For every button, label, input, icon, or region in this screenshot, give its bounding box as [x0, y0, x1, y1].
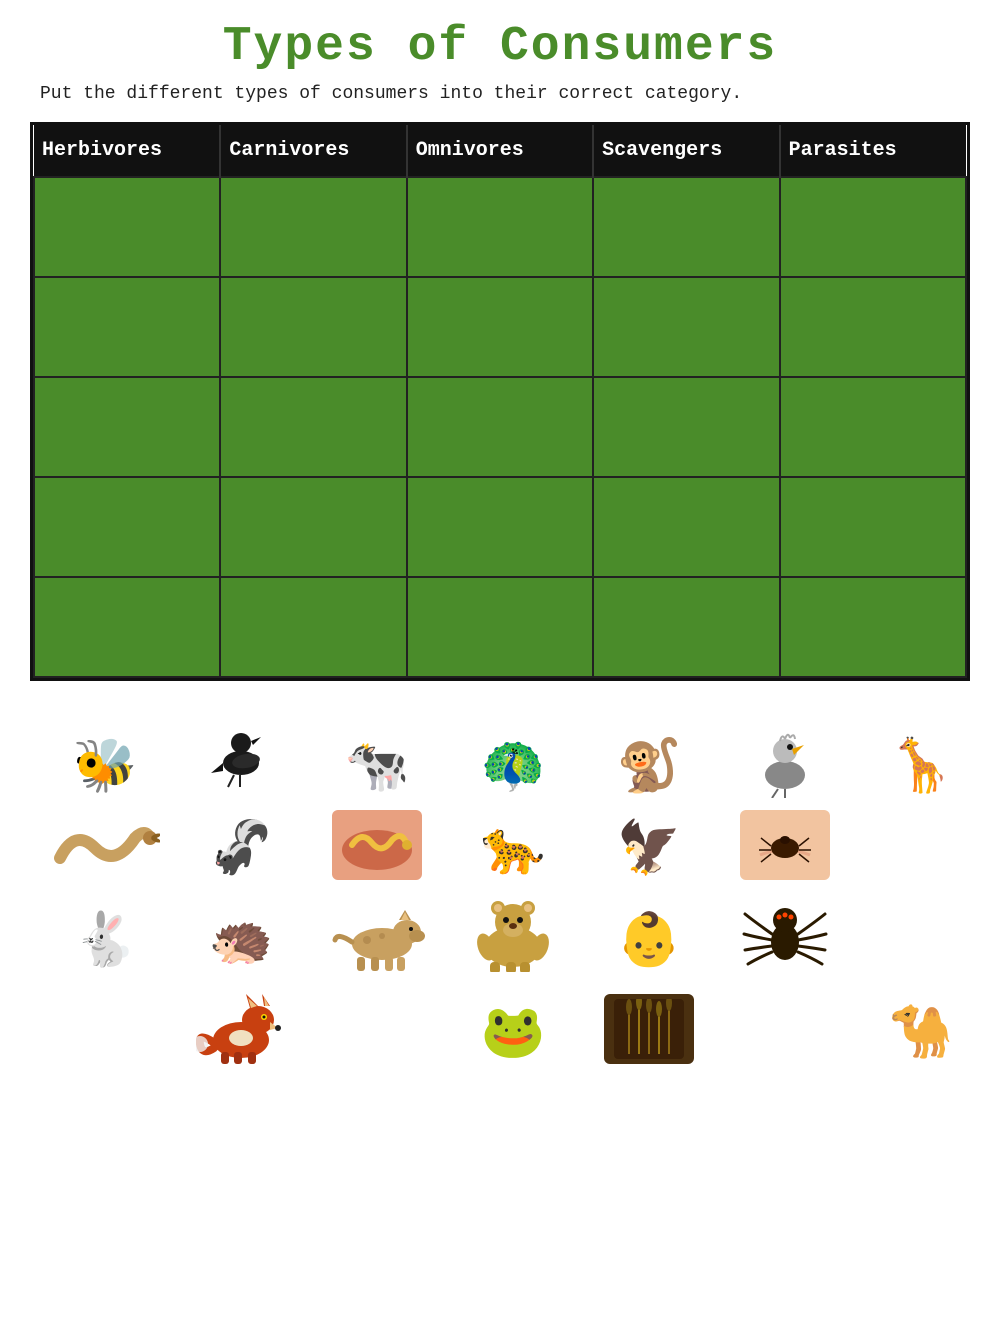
table-row[interactable] — [34, 477, 966, 577]
table-header-row: Herbivores Carnivores Omnivores Scavenge… — [34, 125, 966, 177]
animal-vulture[interactable] — [720, 723, 850, 798]
cell-herbivores-4[interactable] — [34, 477, 220, 577]
grass-icon — [614, 999, 684, 1059]
table-row[interactable] — [34, 277, 966, 377]
col-omnivores: Omnivores — [407, 125, 593, 177]
animals-bank: 🐝 🐄 🦚 🐒 — [30, 705, 970, 1072]
cell-carnivores-4[interactable] — [220, 477, 406, 577]
animal-hyena[interactable] — [312, 892, 442, 972]
page-title: Types of Consumers — [30, 20, 970, 74]
consumers-table: Herbivores Carnivores Omnivores Scavenge… — [30, 122, 970, 681]
animal-leopard[interactable]: 🐆 — [448, 823, 578, 880]
cell-carnivores-5[interactable] — [220, 577, 406, 677]
cell-omnivores-2[interactable] — [407, 277, 593, 377]
cell-parasites-4[interactable] — [780, 477, 966, 577]
col-parasites: Parasites — [780, 125, 966, 177]
cell-scavengers-4[interactable] — [593, 477, 779, 577]
hyena-icon — [327, 892, 427, 972]
cell-herbivores-2[interactable] — [34, 277, 220, 377]
spider-icon — [740, 892, 830, 972]
cell-carnivores-3[interactable] — [220, 377, 406, 477]
table-row[interactable] — [34, 177, 966, 277]
animal-bee[interactable]: 🐝 — [40, 741, 170, 798]
animal-tick[interactable] — [720, 810, 850, 880]
animal-giraffe[interactable]: 🦒 — [856, 741, 986, 798]
cell-herbivores-3[interactable] — [34, 377, 220, 477]
worm-icon — [337, 815, 417, 875]
col-scavengers: Scavengers — [593, 125, 779, 177]
animal-monkey[interactable]: 🐒 — [584, 741, 714, 798]
animal-bear-possum[interactable] — [448, 892, 578, 972]
cell-parasites-3[interactable] — [780, 377, 966, 477]
col-herbivores: Herbivores — [34, 125, 220, 177]
animal-snake[interactable] — [40, 818, 170, 873]
animal-hedgehog[interactable]: 🦔 — [176, 915, 306, 972]
animal-eagle[interactable]: 🦅 — [584, 823, 714, 880]
vulture-icon — [750, 723, 820, 798]
cell-carnivores-1[interactable] — [220, 177, 406, 277]
cell-carnivores-2[interactable] — [220, 277, 406, 377]
animal-grass-wheat[interactable] — [584, 994, 714, 1064]
cell-omnivores-4[interactable] — [407, 477, 593, 577]
cell-herbivores-5[interactable] — [34, 577, 220, 677]
cell-scavengers-3[interactable] — [593, 377, 779, 477]
cell-parasites-2[interactable] — [780, 277, 966, 377]
animal-frog[interactable]: 🐸 — [448, 1007, 578, 1064]
cell-scavengers-1[interactable] — [593, 177, 779, 277]
cell-herbivores-1[interactable] — [34, 177, 220, 277]
cell-omnivores-3[interactable] — [407, 377, 593, 477]
snake-icon — [50, 818, 160, 873]
cell-scavengers-5[interactable] — [593, 577, 779, 677]
animal-camel[interactable]: 🐪 — [856, 1007, 986, 1064]
bear-icon — [468, 892, 558, 972]
table-row[interactable] — [34, 377, 966, 477]
animal-parasite-worm[interactable] — [312, 810, 442, 880]
cell-parasites-5[interactable] — [780, 577, 966, 677]
animal-skunk[interactable]: 🦨 — [176, 823, 306, 880]
cell-scavengers-2[interactable] — [593, 277, 779, 377]
animal-rabbit[interactable]: 🐇 — [40, 915, 170, 972]
cell-omnivores-5[interactable] — [407, 577, 593, 677]
crow-icon — [206, 713, 276, 788]
page-subtitle: Put the different types of consumers int… — [30, 84, 970, 104]
fox-icon — [196, 984, 286, 1064]
animal-spider[interactable] — [720, 892, 850, 972]
table-row[interactable] — [34, 577, 966, 677]
cell-omnivores-1[interactable] — [407, 177, 593, 277]
animal-baby[interactable]: 👶 — [584, 915, 714, 972]
animal-fox[interactable] — [176, 984, 306, 1064]
animal-cow[interactable]: 🐄 — [312, 741, 442, 798]
col-carnivores: Carnivores — [220, 125, 406, 177]
animal-crow[interactable] — [176, 713, 306, 798]
cell-parasites-1[interactable] — [780, 177, 966, 277]
animal-peacock[interactable]: 🦚 — [448, 741, 578, 798]
tick-icon — [755, 820, 815, 870]
